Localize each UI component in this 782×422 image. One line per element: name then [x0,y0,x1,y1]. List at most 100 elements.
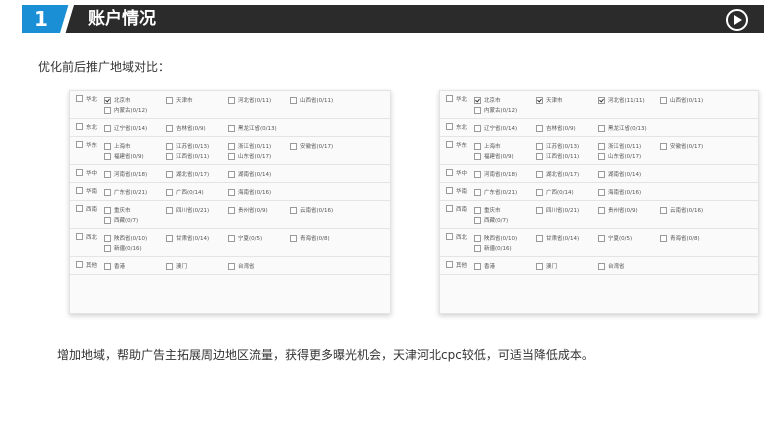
checkbox-icon[interactable] [660,206,667,214]
checkbox-icon[interactable] [104,96,111,104]
checkbox-icon[interactable] [228,188,235,196]
checkbox-icon[interactable] [446,205,453,212]
checkbox-icon[interactable] [598,206,605,214]
region-group-checkbox[interactable]: 西北 [440,233,474,253]
checkbox-icon[interactable] [104,106,111,114]
checkbox-icon[interactable] [446,95,453,102]
region-group-checkbox[interactable]: 华东 [70,141,104,161]
region-group-checkbox[interactable]: 华北 [70,95,104,115]
checkbox-icon[interactable] [536,96,543,104]
checkbox-icon[interactable] [446,123,453,130]
province-checkbox[interactable]: 新疆(0/16) [104,243,166,253]
province-checkbox[interactable]: 重庆市 [474,205,536,215]
checkbox-icon[interactable] [474,142,481,150]
checkbox-icon[interactable] [598,262,605,270]
province-checkbox[interactable]: 吉林省(0/9) [536,123,598,133]
province-checkbox[interactable]: 吉林省(0/9) [166,123,228,133]
province-checkbox[interactable]: 青海省(0/8) [660,233,722,243]
checkbox-icon[interactable] [166,262,173,270]
checkbox-icon[interactable] [474,170,481,178]
province-checkbox[interactable]: 江西省(0/11) [536,151,598,161]
province-checkbox[interactable]: 重庆市 [104,205,166,215]
checkbox-icon[interactable] [166,96,173,104]
province-checkbox[interactable]: 四川省(0/21) [536,205,598,215]
checkbox-icon[interactable] [166,124,173,132]
checkbox-icon[interactable] [474,206,481,214]
province-checkbox[interactable]: 云南省(0/16) [290,205,352,215]
province-checkbox[interactable]: 台湾省 [598,261,660,271]
checkbox-icon[interactable] [536,124,543,132]
checkbox-icon[interactable] [104,152,111,160]
province-checkbox[interactable]: 陕西省(0/10) [474,233,536,243]
province-checkbox[interactable]: 海南省(0/16) [598,187,660,197]
region-group-checkbox[interactable]: 华东 [440,141,474,161]
province-checkbox[interactable]: 北京市 [104,95,166,105]
province-checkbox[interactable]: 福建省(0/9) [474,151,536,161]
province-checkbox[interactable]: 山东省(0/17) [598,151,660,161]
province-checkbox[interactable]: 贵州省(0/9) [228,205,290,215]
checkbox-icon[interactable] [446,233,453,240]
province-checkbox[interactable]: 澳门 [536,261,598,271]
checkbox-icon[interactable] [474,152,481,160]
region-group-checkbox[interactable]: 华南 [440,187,474,197]
checkbox-icon[interactable] [536,188,543,196]
province-checkbox[interactable]: 青海省(0/8) [290,233,352,243]
checkbox-icon[interactable] [76,141,83,148]
checkbox-icon[interactable] [474,234,481,242]
province-checkbox[interactable]: 陕西省(0/10) [104,233,166,243]
checkbox-icon[interactable] [446,187,453,194]
checkbox-icon[interactable] [104,124,111,132]
checkbox-icon[interactable] [598,188,605,196]
region-group-checkbox[interactable]: 西南 [70,205,104,225]
checkbox-icon[interactable] [598,142,605,150]
province-checkbox[interactable]: 湖南省(0/14) [228,169,290,179]
province-checkbox[interactable]: 澳门 [166,261,228,271]
province-checkbox[interactable]: 海南省(0/16) [228,187,290,197]
checkbox-icon[interactable] [536,142,543,150]
province-checkbox[interactable]: 天津市 [536,95,598,105]
region-group-checkbox[interactable]: 东北 [70,123,104,133]
province-checkbox[interactable]: 安徽省(0/17) [660,141,722,151]
region-group-checkbox[interactable]: 其他 [440,261,474,271]
checkbox-icon[interactable] [104,216,111,224]
checkbox-icon[interactable] [536,170,543,178]
checkbox-icon[interactable] [660,142,667,150]
checkbox-icon[interactable] [474,96,481,104]
province-checkbox[interactable]: 安徽省(0/17) [290,141,352,151]
province-checkbox[interactable]: 内蒙古(0/12) [104,105,166,115]
checkbox-icon[interactable] [104,206,111,214]
region-group-checkbox[interactable]: 华中 [440,169,474,179]
province-checkbox[interactable]: 江苏省(0/13) [536,141,598,151]
province-checkbox[interactable]: 湖北省(0/17) [166,169,228,179]
province-checkbox[interactable]: 湖南省(0/14) [598,169,660,179]
province-checkbox[interactable]: 福建省(0/9) [104,151,166,161]
checkbox-icon[interactable] [228,96,235,104]
province-checkbox[interactable]: 广西(0/14) [536,187,598,197]
checkbox-icon[interactable] [536,234,543,242]
checkbox-icon[interactable] [104,170,111,178]
checkbox-icon[interactable] [660,96,667,104]
checkbox-icon[interactable] [228,262,235,270]
checkbox-icon[interactable] [76,169,83,176]
checkbox-icon[interactable] [76,123,83,130]
checkbox-icon[interactable] [290,234,297,242]
checkbox-icon[interactable] [598,152,605,160]
province-checkbox[interactable]: 天津市 [166,95,228,105]
checkbox-icon[interactable] [76,261,83,268]
province-checkbox[interactable]: 香港 [474,261,536,271]
province-checkbox[interactable]: 江西省(0/11) [166,151,228,161]
checkbox-icon[interactable] [228,206,235,214]
checkbox-icon[interactable] [228,152,235,160]
province-checkbox[interactable]: 山西省(0/11) [290,95,352,105]
checkbox-icon[interactable] [474,262,481,270]
region-group-checkbox[interactable]: 西南 [440,205,474,225]
province-checkbox[interactable]: 黑龙江省(0/13) [598,123,660,133]
checkbox-icon[interactable] [474,106,481,114]
checkbox-icon[interactable] [598,234,605,242]
province-checkbox[interactable]: 西藏(0/7) [104,215,166,225]
checkbox-icon[interactable] [536,206,543,214]
checkbox-icon[interactable] [446,261,453,268]
checkbox-icon[interactable] [104,234,111,242]
province-checkbox[interactable]: 河北省(0/11) [228,95,290,105]
province-checkbox[interactable]: 广东省(0/21) [474,187,536,197]
